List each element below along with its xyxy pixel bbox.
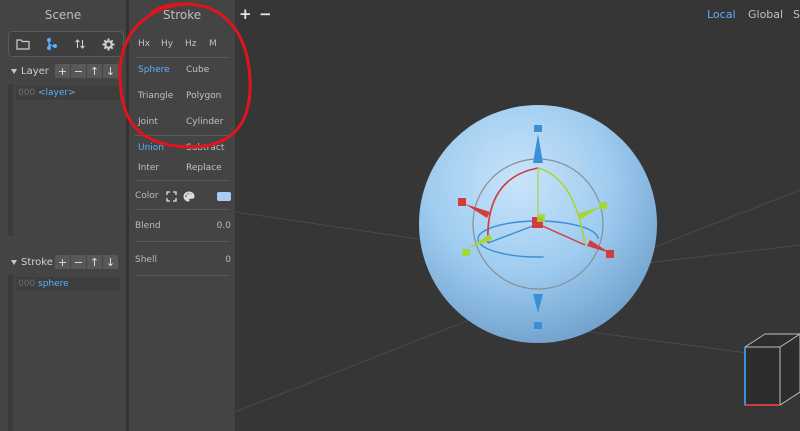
move-layer-down-button[interactable]: ↓ bbox=[103, 64, 118, 78]
eyedropper-frame-icon[interactable] bbox=[165, 190, 177, 202]
shape-cylinder-button[interactable]: Cylinder bbox=[186, 117, 223, 127]
symmetry-hx-button[interactable]: Hx bbox=[138, 39, 150, 49]
stroke-section-label: Stroke bbox=[21, 256, 53, 268]
shape-cube-button[interactable]: Cube bbox=[186, 65, 209, 75]
blend-slider-track[interactable] bbox=[135, 241, 229, 242]
operation-subtract-button[interactable]: Subtract bbox=[186, 143, 224, 153]
stroke-panel-title: Stroke bbox=[162, 8, 202, 22]
shape-polygon-button[interactable]: Polygon bbox=[186, 91, 221, 101]
divider bbox=[135, 209, 229, 210]
blend-value[interactable]: 0.0 bbox=[217, 221, 231, 231]
operation-inter-button[interactable]: Inter bbox=[138, 163, 159, 173]
space-screen-tab[interactable]: S bbox=[793, 8, 800, 21]
move-stroke-up-button[interactable]: ↑ bbox=[87, 255, 102, 269]
move-stroke-down-button[interactable]: ↓ bbox=[103, 255, 118, 269]
layer-list: 000 <layer> bbox=[8, 84, 126, 236]
operation-replace-button[interactable]: Replace bbox=[186, 163, 222, 173]
viewport-3d[interactable]: + − Local Global S bbox=[235, 0, 800, 431]
scene-toolbar bbox=[8, 31, 124, 57]
divider bbox=[135, 180, 229, 181]
move-layer-up-button[interactable]: ↑ bbox=[87, 64, 102, 78]
shell-slider-track[interactable] bbox=[135, 275, 229, 276]
color-row: Color bbox=[135, 189, 231, 203]
symmetry-hz-button[interactable]: Hz bbox=[185, 39, 197, 49]
divider bbox=[135, 57, 229, 58]
layer-item-number: 000 bbox=[18, 88, 36, 98]
layer-list-item[interactable]: 000 <layer> bbox=[16, 86, 120, 100]
symmetry-hy-button[interactable]: Hy bbox=[161, 39, 173, 49]
symmetry-m-button[interactable]: M bbox=[209, 39, 217, 49]
stroke-item-name: sphere bbox=[38, 279, 69, 289]
stroke-panel: Stroke Hx Hy Hz M Sphere Cube Triangle P… bbox=[126, 0, 235, 431]
operation-union-button[interactable]: Union bbox=[138, 143, 164, 153]
space-local-tab[interactable]: Local bbox=[707, 8, 736, 21]
viewport-add-button[interactable]: + bbox=[239, 5, 252, 23]
stroke-list: 000 sphere bbox=[8, 275, 126, 431]
remove-layer-button[interactable]: − bbox=[71, 64, 86, 78]
view-cube[interactable] bbox=[744, 333, 800, 406]
layer-list-scrollbar[interactable] bbox=[8, 84, 13, 236]
color-swatch[interactable] bbox=[217, 191, 231, 201]
folder-icon[interactable] bbox=[14, 35, 32, 53]
gear-icon[interactable] bbox=[100, 35, 118, 53]
add-stroke-button[interactable]: + bbox=[55, 255, 70, 269]
space-global-tab[interactable]: Global bbox=[748, 8, 783, 21]
shape-joint-button[interactable]: Joint bbox=[138, 117, 158, 127]
stroke-list-scrollbar[interactable] bbox=[8, 275, 13, 431]
scene-panel-title: Scene bbox=[44, 8, 82, 22]
scene-panel: Scene Layer + − ↑ ↓ 000 <layer> Stroke +… bbox=[0, 0, 126, 431]
color-label: Color bbox=[135, 191, 159, 201]
stroke-list-item[interactable]: 000 sphere bbox=[16, 277, 120, 291]
shell-label: Shell bbox=[135, 255, 157, 265]
remove-stroke-button[interactable]: − bbox=[71, 255, 86, 269]
sort-icon[interactable] bbox=[71, 35, 89, 53]
viewport-remove-button[interactable]: − bbox=[259, 5, 272, 23]
hierarchy-icon[interactable] bbox=[43, 35, 61, 53]
layer-section-header: Layer + − ↑ ↓ bbox=[0, 63, 126, 79]
layer-section-label: Layer bbox=[21, 65, 49, 77]
palette-icon[interactable] bbox=[183, 191, 195, 202]
blend-label: Blend bbox=[135, 221, 161, 231]
shell-row[interactable]: Shell 0 bbox=[135, 253, 231, 267]
viewport-scene[interactable] bbox=[235, 0, 800, 431]
divider bbox=[135, 135, 229, 136]
shell-value[interactable]: 0 bbox=[225, 255, 231, 265]
collapse-triangle-icon[interactable] bbox=[11, 259, 17, 265]
stroke-item-number: 000 bbox=[18, 279, 36, 289]
blend-row[interactable]: Blend 0.0 bbox=[135, 219, 231, 233]
shape-triangle-button[interactable]: Triangle bbox=[138, 91, 173, 101]
layer-item-name: <layer> bbox=[38, 88, 76, 98]
add-layer-button[interactable]: + bbox=[55, 64, 70, 78]
collapse-triangle-icon[interactable] bbox=[11, 68, 17, 74]
shape-sphere-button[interactable]: Sphere bbox=[138, 65, 170, 75]
stroke-section-header: Stroke + − ↑ ↓ bbox=[0, 254, 126, 270]
